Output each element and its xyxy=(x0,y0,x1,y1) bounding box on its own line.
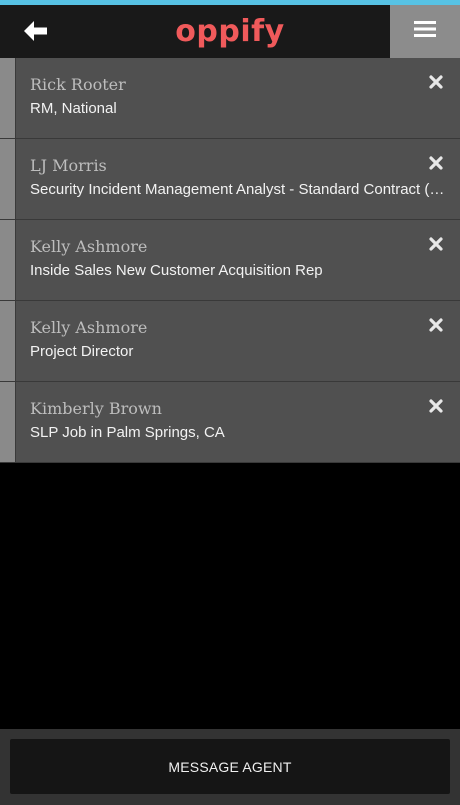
item-left-bar xyxy=(0,220,16,300)
item-name: Kelly Ashmore xyxy=(30,237,148,256)
close-icon[interactable] xyxy=(428,155,444,171)
list-item[interactable]: LJ Morris Security Incident Management A… xyxy=(0,139,460,220)
menu-button[interactable] xyxy=(390,5,460,58)
item-left-bar xyxy=(0,58,16,138)
footer-bar: MESSAGE AGENT xyxy=(0,729,460,805)
list-item[interactable]: Rick Rooter RM, National xyxy=(0,58,460,139)
contact-list: Rick Rooter RM, National LJ Morris Secur… xyxy=(0,58,460,463)
item-name: Kimberly Brown xyxy=(30,399,162,418)
app-header: oppify xyxy=(0,5,460,58)
item-title: Security Incident Management Analyst - S… xyxy=(30,181,445,198)
item-left-bar xyxy=(0,139,16,219)
back-button[interactable] xyxy=(14,13,58,53)
item-title: Project Director xyxy=(30,343,134,360)
close-icon[interactable] xyxy=(428,74,444,90)
item-name: LJ Morris xyxy=(30,156,107,175)
item-title: SLP Job in Palm Springs, CA xyxy=(30,424,225,441)
item-left-bar xyxy=(0,301,16,381)
item-title: Inside Sales New Customer Acquisition Re… xyxy=(30,262,323,279)
item-title: RM, National xyxy=(30,100,117,117)
item-name: Rick Rooter xyxy=(30,75,126,94)
hamburger-menu-icon xyxy=(414,21,436,42)
list-item[interactable]: Kelly Ashmore Inside Sales New Customer … xyxy=(0,220,460,301)
list-item[interactable]: Kimberly Brown SLP Job in Palm Springs, … xyxy=(0,382,460,463)
oppify-logo: oppify xyxy=(175,14,285,49)
app-screen: oppify Rick Rooter RM, National LJ Morri… xyxy=(0,0,460,805)
close-icon[interactable] xyxy=(428,236,444,252)
item-name: Kelly Ashmore xyxy=(30,318,148,337)
message-agent-button[interactable]: MESSAGE AGENT xyxy=(10,739,450,794)
back-arrow-icon xyxy=(23,20,49,47)
item-left-bar xyxy=(0,382,16,462)
list-item[interactable]: Kelly Ashmore Project Director xyxy=(0,301,460,382)
close-icon[interactable] xyxy=(428,317,444,333)
close-icon[interactable] xyxy=(428,398,444,414)
